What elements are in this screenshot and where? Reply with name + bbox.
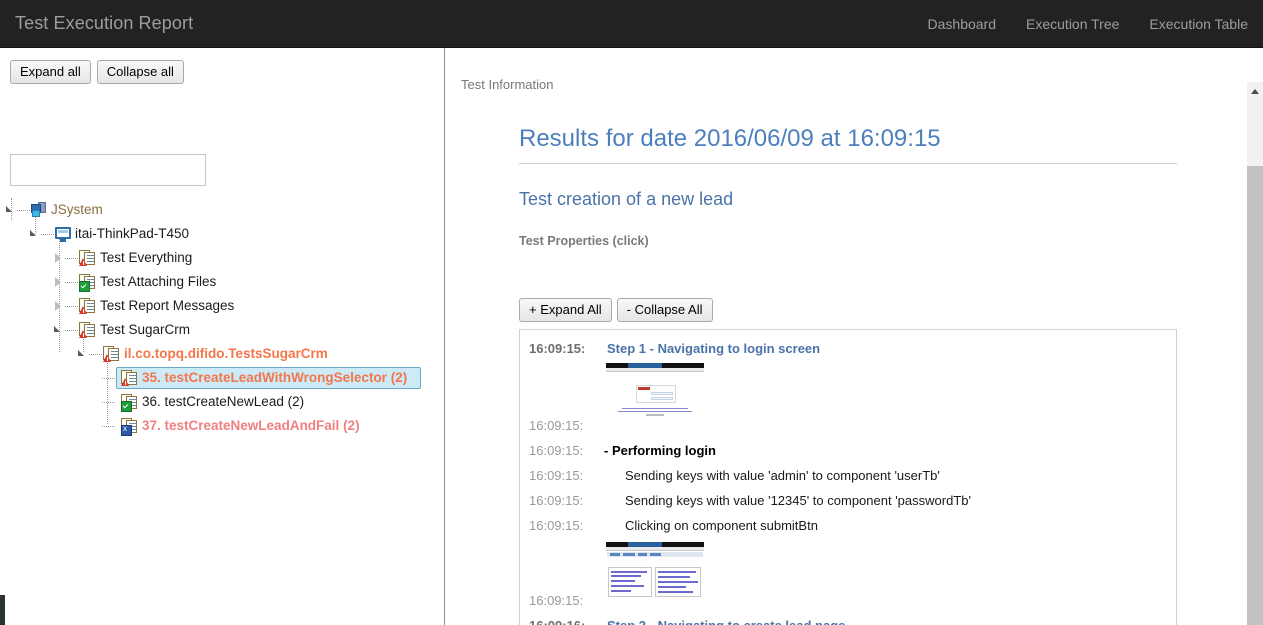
log-row[interactable]: 16:09:16: Step 2 - Navigating to create …	[520, 613, 1176, 625]
tree-node-label: itai-ThinkPad-T450	[75, 226, 190, 241]
tree-node-test-report-messages[interactable]: Test Report Messages	[0, 294, 444, 318]
log-message: Sending keys with value '12345' to compo…	[625, 493, 971, 508]
log-toolbar: + Expand All - Collapse All	[519, 298, 1179, 322]
tree-node-machine[interactable]: itai-ThinkPad-T450	[0, 222, 444, 246]
collapse-twisty-icon[interactable]	[54, 277, 64, 287]
tree-node-label: Test Attaching Files	[100, 274, 217, 289]
report-fail-icon	[79, 322, 96, 338]
expand-twisty-icon[interactable]	[30, 229, 40, 239]
log-message: Sending keys with value 'admin' to compo…	[625, 468, 940, 483]
tree-dash	[65, 329, 78, 331]
test-properties-toggle[interactable]: Test Properties (click)	[519, 234, 1179, 248]
tree-dash	[41, 233, 54, 235]
tree-dash	[65, 257, 78, 259]
tree-node-test-class[interactable]: il.co.topq.difido.TestsSugarCrm	[0, 342, 444, 366]
collapse-twisty-icon[interactable]	[54, 301, 64, 311]
tree-node-label: JSystem	[51, 202, 103, 217]
log-expand-all-button[interactable]: + Expand All	[519, 298, 612, 322]
nav-item-dashboard[interactable]: Dashboard	[913, 0, 1012, 48]
panel-divider[interactable]	[444, 48, 445, 625]
log-message[interactable]: - Performing login	[601, 438, 716, 463]
log-timestamp: 16:09:16:	[529, 613, 601, 625]
report-fail-icon	[121, 370, 138, 386]
tree-search-input[interactable]	[10, 154, 206, 186]
report-fail-icon	[103, 346, 120, 362]
report-fail-icon	[79, 298, 96, 314]
tree-node-label: Test Report Messages	[100, 298, 235, 313]
log-row: 16:09:15: Sending keys with value 'admin…	[520, 463, 1176, 488]
log-message[interactable]: Step 1 - Navigating to login screen	[601, 336, 820, 361]
log-timestamp: 16:09:15:	[529, 443, 584, 458]
tree-dash	[65, 281, 78, 283]
app-title: Test Execution Report	[15, 13, 194, 33]
top-navbar: Test Execution Report Dashboard Executio…	[0, 0, 1263, 48]
tree-node-label: 37. testCreateNewLeadAndFail (2)	[142, 418, 360, 433]
expand-twisty-icon[interactable]	[78, 349, 88, 359]
left-edge-handle[interactable]	[0, 595, 5, 625]
log-timestamp: 16:09:15:	[529, 593, 584, 608]
log-row[interactable]: 16:09:15: - Performing login	[520, 438, 1176, 463]
test-log-box: 16:09:15: Step 1 - Navigating to login s…	[519, 329, 1177, 625]
log-message[interactable]: Step 2 - Navigating to create lead page	[601, 613, 845, 625]
report-pass-icon	[79, 274, 96, 292]
log-row: 16:09:15: Clicking on component submitBt…	[520, 513, 1176, 538]
log-timestamp: 16:09:15:	[529, 341, 586, 356]
login-screenshot-thumbnail[interactable]	[606, 363, 704, 419]
tree-dash	[102, 401, 115, 403]
tree-node-label: Test SugarCrm	[100, 322, 191, 337]
nav-links: Dashboard Execution Tree Execution Table	[913, 0, 1263, 48]
tree-dash	[102, 425, 115, 427]
tree-node-test-everything[interactable]: Test Everything	[0, 246, 444, 270]
test-details-content: Results for date 2016/06/09 at 16:09:15 …	[519, 124, 1179, 625]
expand-all-button[interactable]: Expand all	[10, 60, 91, 84]
tree-dash	[65, 305, 78, 307]
log-timestamp: 16:09:15:	[529, 418, 584, 433]
tree-node-label: 36. testCreateNewLead (2)	[142, 394, 305, 409]
page-scrollbar[interactable]	[1247, 82, 1263, 625]
tree-node-test-35[interactable]: 35. testCreateLeadWithWrongSelector (2)	[116, 367, 421, 389]
expand-twisty-icon[interactable]	[6, 205, 16, 215]
test-information-label: Test Information	[461, 77, 554, 92]
expand-twisty-icon[interactable]	[54, 325, 64, 335]
report-error-icon	[121, 418, 138, 436]
jsystem-icon	[31, 202, 47, 218]
results-title: Results for date 2016/06/09 at 16:09:15	[519, 124, 1177, 164]
report-fail-icon	[79, 250, 96, 266]
log-timestamp: 16:09:15:	[529, 493, 584, 508]
tree-node-jsystem[interactable]: JSystem	[0, 198, 444, 222]
scrollbar-thumb[interactable]	[1247, 166, 1263, 625]
tree-node-test-37[interactable]: 37. testCreateNewLeadAndFail (2)	[0, 414, 444, 438]
execution-tree-panel: Expand all Collapse all JSystem itai-Thi…	[0, 48, 445, 625]
report-pass-icon	[121, 394, 138, 412]
monitor-icon	[55, 226, 71, 242]
execution-tree: JSystem itai-ThinkPad-T450 Test Everythi…	[0, 198, 444, 438]
collapse-twisty-icon[interactable]	[54, 253, 64, 263]
log-row: 16:09:15: Sending keys with value '12345…	[520, 488, 1176, 513]
collapse-all-button[interactable]: Collapse all	[96, 60, 184, 84]
tree-dash	[102, 377, 115, 379]
log-message: Clicking on component submitBtn	[625, 518, 818, 533]
log-collapse-all-button[interactable]: - Collapse All	[616, 298, 713, 322]
tree-node-label: 35. testCreateLeadWithWrongSelector (2)	[142, 370, 408, 385]
scroll-up-icon[interactable]	[1247, 82, 1263, 98]
tree-node-label: Test Everything	[100, 250, 193, 265]
tree-node-test-attaching-files[interactable]: Test Attaching Files	[0, 270, 444, 294]
tree-node-label: il.co.topq.difido.TestsSugarCrm	[124, 346, 328, 361]
tree-node-test-sugarcrm[interactable]: Test SugarCrm	[0, 318, 444, 342]
test-name-heading: Test creation of a new lead	[519, 189, 734, 209]
log-timestamp: 16:09:15:	[529, 518, 584, 533]
tree-dash	[17, 209, 30, 211]
nav-item-execution-tree[interactable]: Execution Tree	[1011, 0, 1134, 48]
log-row[interactable]: 16:09:15: Step 1 - Navigating to login s…	[520, 336, 1176, 361]
app-screenshot-thumbnail[interactable]	[606, 542, 704, 598]
tree-dash	[89, 353, 102, 355]
test-details-panel: Test Information Results for date 2016/0…	[446, 48, 1263, 625]
tree-toolbar: Expand all Collapse all	[10, 60, 184, 84]
nav-item-execution-table[interactable]: Execution Table	[1134, 0, 1263, 48]
log-timestamp: 16:09:15:	[529, 468, 584, 483]
tree-node-test-35-row[interactable]: 35. testCreateLeadWithWrongSelector (2)	[0, 366, 444, 390]
tree-node-test-36[interactable]: 36. testCreateNewLead (2)	[0, 390, 444, 414]
